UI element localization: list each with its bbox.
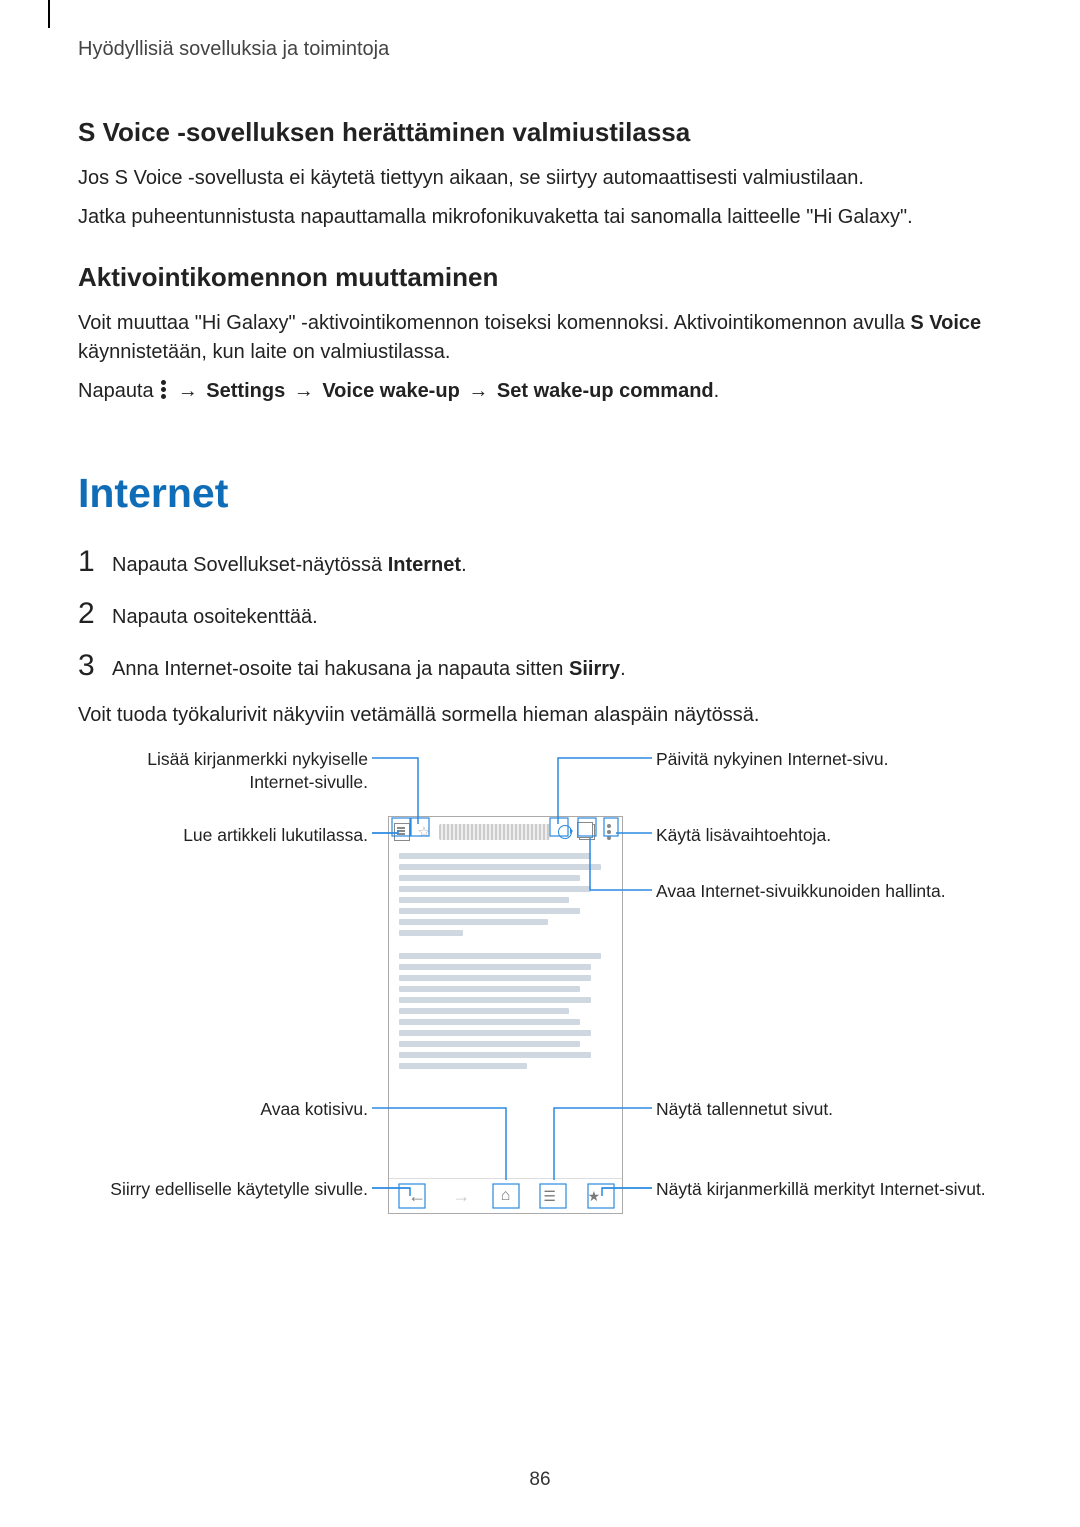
label-more: Käytä lisävaihtoehtoja. [656,824,831,847]
page-crop-mark [48,0,50,28]
activation-svoice-bold: S Voice [910,312,981,334]
activation-p1-a: Voit muuttaa "Hi Galaxy" -aktivointikome… [78,312,910,334]
arrow-3: → [465,380,497,402]
arrow-1: → [175,380,207,402]
menu-voice-wakeup: Voice wake-up [322,380,459,402]
label-back: Siirry edelliselle käytetylle sivulle. [110,1178,368,1201]
step-3: 3 Anna Internet-osoite tai hakusana ja n… [78,649,1002,683]
step-3-num: 3 [78,649,112,683]
step-2-text: Napauta osoitekenttää. [112,603,318,631]
more-icon[interactable] [600,823,618,841]
activation-heading: Aktivointikomennon muuttaminen [78,262,1002,293]
browser-mock: ☆ ← → ⌂ ☰ ★ [388,816,623,1214]
internet-after: Voit tuoda työkalurivit näkyviin vetämäl… [78,701,1002,730]
address-bar[interactable] [439,824,550,840]
home-icon[interactable]: ⌂ [490,1187,520,1205]
refresh-icon[interactable] [556,823,574,841]
step-1-a: Napauta Sovellukset-näytössä [112,554,388,576]
forward-icon[interactable]: → [446,1186,476,1207]
tap-prefix: Napauta [78,380,159,402]
back-icon[interactable]: ← [402,1186,432,1207]
step-3-c: . [620,658,626,680]
label-home: Avaa kotisivu. [260,1098,368,1121]
step-1-b: Internet [388,554,461,576]
step-2-num: 2 [78,597,112,631]
step-1-num: 1 [78,545,112,579]
browser-body [389,847,622,1069]
browser-diagram: Lisää kirjanmerkki nykyiselle Internet-s… [78,748,1002,1214]
tabs-icon[interactable] [578,823,596,841]
label-reader: Lue artikkeli lukutilassa. [183,824,368,847]
more-options-icon [161,380,167,400]
label-tabs: Avaa Internet-sivuikkunoiden hallinta. [656,880,946,903]
activation-p1: Voit muuttaa "Hi Galaxy" -aktivointikome… [78,309,1002,367]
arrow-2: → [291,380,323,402]
tap-period: . [714,380,720,402]
browser-topbar: ☆ [389,817,622,847]
menu-settings: Settings [206,380,285,402]
bookmarks-icon[interactable]: ★ [579,1188,609,1205]
browser-bottombar: ← → ⌂ ☰ ★ [389,1178,622,1213]
label-bookmark: Lisää kirjanmerkki nykyiselle Internet-s… [78,748,368,794]
bookmark-star-icon[interactable]: ☆ [415,823,433,841]
internet-heading: Internet [78,470,1002,517]
label-bookmarks: Näytä kirjanmerkillä merkityt Internet-s… [656,1178,986,1201]
svoice-heading: S Voice -sovelluksen herättäminen valmiu… [78,117,1002,148]
page-number: 86 [0,1469,1080,1491]
saved-pages-icon[interactable]: ☰ [535,1188,565,1205]
menu-set-wakeup: Set wake-up command [497,380,714,402]
page-header: Hyödyllisiä sovelluksia ja toimintoja [78,38,1002,61]
step-2: 2 Napauta osoitekenttää. [78,597,1002,631]
activation-tap-line: Napauta → Settings → Voice wake-up → Set… [78,377,1002,406]
step-1-c: . [461,554,467,576]
svoice-p1: Jos S Voice -sovellusta ei käytetä tiett… [78,164,1002,193]
reader-mode-icon[interactable] [393,823,411,841]
step-3-b: Siirry [569,658,620,680]
step-3-a: Anna Internet-osoite tai hakusana ja nap… [112,658,569,680]
label-refresh: Päivitä nykyinen Internet-sivu. [656,748,888,771]
svoice-p2: Jatka puheentunnistusta napauttamalla mi… [78,203,1002,232]
label-saved: Näytä tallennetut sivut. [656,1098,833,1121]
step-1: 1 Napauta Sovellukset-näytössä Internet. [78,545,1002,579]
activation-p1-c: käynnistetään, kun laite on valmiustilas… [78,341,450,363]
